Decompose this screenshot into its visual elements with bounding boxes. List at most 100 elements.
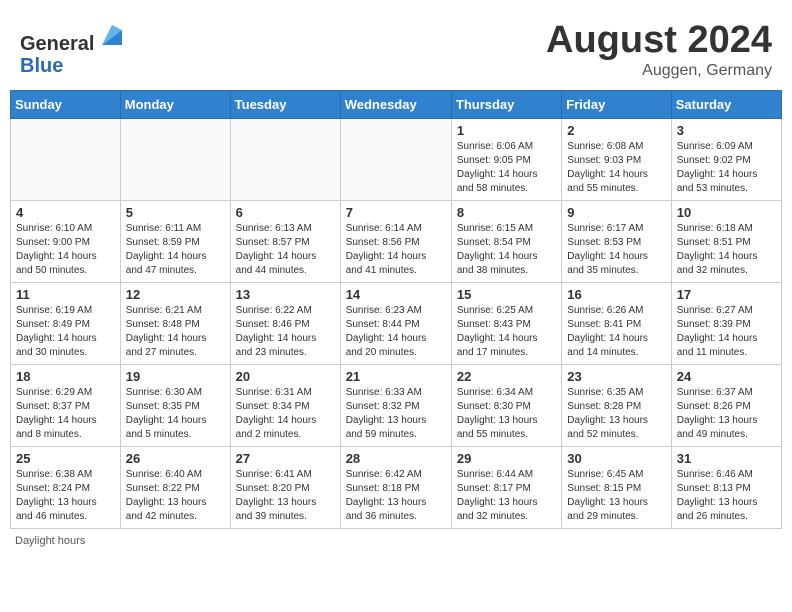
day-number: 19 (126, 369, 225, 384)
calendar-day-19: 19Sunrise: 6:30 AM Sunset: 8:35 PM Dayli… (120, 364, 230, 446)
calendar-day-23: 23Sunrise: 6:35 AM Sunset: 8:28 PM Dayli… (562, 364, 671, 446)
calendar-day-3: 3 Sunrise: 6:09 AM Sunset: 9:02 PM Daylig… (671, 118, 781, 200)
day-number: 13 (236, 287, 335, 302)
title-area: August 2024 Auggen, Germany (546, 20, 772, 80)
weekday-header-row: SundayMondayTuesdayWednesdayThursdayFrid… (11, 90, 782, 118)
calendar-day-1: 1 Sunrise: 6:06 AM Sunset: 9:05 PM Daylig… (451, 118, 561, 200)
day-number: 26 (126, 451, 225, 466)
calendar-day-6: 6Sunrise: 6:13 AM Sunset: 8:57 PM Daylig… (230, 200, 340, 282)
day-info: Sunrise: 6:37 AM Sunset: 8:26 PM Dayligh… (677, 386, 776, 442)
day-info: Sunrise: 6:46 AM Sunset: 8:13 PM Dayligh… (677, 468, 776, 524)
day-info: Sunrise: 6:22 AM Sunset: 8:46 PM Dayligh… (236, 304, 335, 360)
day-info: Sunrise: 6:18 AM Sunset: 8:51 PM Dayligh… (677, 222, 776, 278)
day-info: Sunrise: 6:09 AM Sunset: 9:02 PM Dayligh… (677, 140, 776, 196)
day-info: Sunrise: 6:21 AM Sunset: 8:48 PM Dayligh… (126, 304, 225, 360)
location-title: Auggen, Germany (546, 62, 772, 80)
calendar-day-17: 17 Sunrise: 6:27 AM Sunset: 8:39 PM Dayli… (671, 282, 781, 364)
day-number: 9 (567, 205, 665, 220)
weekday-header-saturday: Saturday (671, 90, 781, 118)
weekday-header-tuesday: Tuesday (230, 90, 340, 118)
day-number: 18 (16, 369, 115, 384)
calendar-day-11: 11Sunrise: 6:19 AM Sunset: 8:49 PM Dayli… (11, 282, 121, 364)
calendar-day-5: 5 Sunrise: 6:11 AM Sunset: 8:59 PM Daylig… (120, 200, 230, 282)
calendar-week-4: 18 Sunrise: 6:29 AM Sunset: 8:37 PM Dayli… (11, 364, 782, 446)
calendar-day-26: 26 Sunrise: 6:40 AM Sunset: 8:22 PM Dayli… (120, 446, 230, 528)
calendar-week-5: 25 Sunrise: 6:38 AM Sunset: 8:24 PM Dayli… (11, 446, 782, 528)
day-number: 29 (457, 451, 556, 466)
day-number: 4 (16, 205, 115, 220)
calendar-day-empty-0-2 (230, 118, 340, 200)
day-info: Sunrise: 6:11 AM Sunset: 8:59 PM Dayligh… (126, 222, 225, 278)
weekday-header-sunday: Sunday (11, 90, 121, 118)
calendar-day-4: 4Sunrise: 6:10 AM Sunset: 9:00 PM Daylig… (11, 200, 121, 282)
day-number: 17 (677, 287, 776, 302)
day-info: Sunrise: 6:14 AM Sunset: 8:56 PM Dayligh… (346, 222, 446, 278)
calendar-day-empty-0-3 (340, 118, 451, 200)
day-info: Sunrise: 6:41 AM Sunset: 8:20 PM Dayligh… (236, 468, 335, 524)
day-number: 30 (567, 451, 665, 466)
day-number: 22 (457, 369, 556, 384)
calendar-day-2: 2Sunrise: 6:08 AM Sunset: 9:03 PM Daylig… (562, 118, 671, 200)
page-header: General Blue August 2024 Auggen, Germany (10, 10, 782, 85)
day-number: 21 (346, 369, 446, 384)
weekday-header-friday: Friday (562, 90, 671, 118)
day-info: Sunrise: 6:35 AM Sunset: 8:28 PM Dayligh… (567, 386, 665, 442)
calendar-day-29: 29 Sunrise: 6:44 AM Sunset: 8:17 PM Dayli… (451, 446, 561, 528)
day-number: 15 (457, 287, 556, 302)
day-info: Sunrise: 6:25 AM Sunset: 8:43 PM Dayligh… (457, 304, 556, 360)
calendar-day-31: 31 Sunrise: 6:46 AM Sunset: 8:13 PM Dayli… (671, 446, 781, 528)
day-info: Sunrise: 6:15 AM Sunset: 8:54 PM Dayligh… (457, 222, 556, 278)
day-info: Sunrise: 6:06 AM Sunset: 9:05 PM Dayligh… (457, 140, 556, 196)
day-number: 10 (677, 205, 776, 220)
calendar-day-16: 16 Sunrise: 6:26 AM Sunset: 8:41 PM Dayli… (562, 282, 671, 364)
weekday-header-thursday: Thursday (451, 90, 561, 118)
calendar-day-8: 8Sunrise: 6:15 AM Sunset: 8:54 PM Daylig… (451, 200, 561, 282)
calendar-day-empty-0-1 (120, 118, 230, 200)
calendar-day-13: 13 Sunrise: 6:22 AM Sunset: 8:46 PM Dayli… (230, 282, 340, 364)
weekday-header-monday: Monday (120, 90, 230, 118)
calendar-day-15: 15 Sunrise: 6:25 AM Sunset: 8:43 PM Dayli… (451, 282, 561, 364)
day-info: Sunrise: 6:38 AM Sunset: 8:24 PM Dayligh… (16, 468, 115, 524)
calendar-day-27: 27 Sunrise: 6:41 AM Sunset: 8:20 PM Dayli… (230, 446, 340, 528)
calendar-day-28: 28 Sunrise: 6:42 AM Sunset: 8:18 PM Dayli… (340, 446, 451, 528)
day-info: Sunrise: 6:19 AM Sunset: 8:49 PM Dayligh… (16, 304, 115, 360)
logo-icon (97, 20, 127, 50)
day-number: 27 (236, 451, 335, 466)
day-number: 16 (567, 287, 665, 302)
footer-note: Daylight hours (10, 535, 782, 547)
day-info: Sunrise: 6:26 AM Sunset: 8:41 PM Dayligh… (567, 304, 665, 360)
day-number: 14 (346, 287, 446, 302)
calendar-day-21: 21 Sunrise: 6:33 AM Sunset: 8:32 PM Dayli… (340, 364, 451, 446)
day-number: 31 (677, 451, 776, 466)
day-info: Sunrise: 6:34 AM Sunset: 8:30 PM Dayligh… (457, 386, 556, 442)
day-info: Sunrise: 6:31 AM Sunset: 8:34 PM Dayligh… (236, 386, 335, 442)
calendar-day-25: 25 Sunrise: 6:38 AM Sunset: 8:24 PM Dayli… (11, 446, 121, 528)
day-number: 28 (346, 451, 446, 466)
day-number: 6 (236, 205, 335, 220)
day-info: Sunrise: 6:23 AM Sunset: 8:44 PM Dayligh… (346, 304, 446, 360)
calendar-week-1: 1 Sunrise: 6:06 AM Sunset: 9:05 PM Daylig… (11, 118, 782, 200)
calendar-week-3: 11Sunrise: 6:19 AM Sunset: 8:49 PM Dayli… (11, 282, 782, 364)
day-number: 5 (126, 205, 225, 220)
day-number: 3 (677, 123, 776, 138)
day-info: Sunrise: 6:40 AM Sunset: 8:22 PM Dayligh… (126, 468, 225, 524)
calendar-table: SundayMondayTuesdayWednesdayThursdayFrid… (10, 90, 782, 529)
day-info: Sunrise: 6:44 AM Sunset: 8:17 PM Dayligh… (457, 468, 556, 524)
day-info: Sunrise: 6:33 AM Sunset: 8:32 PM Dayligh… (346, 386, 446, 442)
day-info: Sunrise: 6:29 AM Sunset: 8:37 PM Dayligh… (16, 386, 115, 442)
day-number: 12 (126, 287, 225, 302)
calendar-day-10: 10 Sunrise: 6:18 AM Sunset: 8:51 PM Dayli… (671, 200, 781, 282)
calendar-day-9: 9 Sunrise: 6:17 AM Sunset: 8:53 PM Daylig… (562, 200, 671, 282)
calendar-day-18: 18 Sunrise: 6:29 AM Sunset: 8:37 PM Dayli… (11, 364, 121, 446)
calendar-week-2: 4Sunrise: 6:10 AM Sunset: 9:00 PM Daylig… (11, 200, 782, 282)
day-info: Sunrise: 6:27 AM Sunset: 8:39 PM Dayligh… (677, 304, 776, 360)
calendar-day-22: 22 Sunrise: 6:34 AM Sunset: 8:30 PM Dayli… (451, 364, 561, 446)
logo: General Blue (20, 20, 127, 77)
day-number: 25 (16, 451, 115, 466)
day-info: Sunrise: 6:42 AM Sunset: 8:18 PM Dayligh… (346, 468, 446, 524)
day-number: 1 (457, 123, 556, 138)
calendar-day-30: 30Sunrise: 6:45 AM Sunset: 8:15 PM Dayli… (562, 446, 671, 528)
day-number: 7 (346, 205, 446, 220)
logo-blue: Blue (20, 55, 63, 77)
day-info: Sunrise: 6:17 AM Sunset: 8:53 PM Dayligh… (567, 222, 665, 278)
